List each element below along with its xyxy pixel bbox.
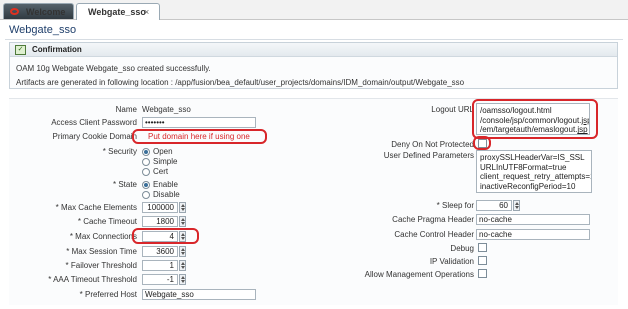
max-cache-elements-spinner[interactable] — [179, 202, 186, 213]
max-session-time-label: * Max Session Time — [66, 247, 137, 256]
highlight-max-connections — [132, 228, 199, 244]
confirmation-message: OAM 10g Webgate Webgate_sso created succ… — [16, 64, 211, 73]
allow-management-operations-checkbox[interactable] — [478, 269, 487, 278]
oracle-logo-icon — [10, 8, 19, 15]
failover-threshold-spinner[interactable] — [179, 260, 186, 271]
cache-control-header-label: Cache Control Header — [394, 230, 474, 239]
debug-checkbox[interactable] — [478, 243, 487, 252]
security-open-radio[interactable] — [142, 148, 150, 156]
name-value: Webgate_sso — [142, 105, 191, 114]
failover-threshold-label: * Failover Threshold — [65, 261, 137, 270]
confirmation-panel: ✓ Confirmation OAM 10g Webgate Webgate_s… — [9, 42, 618, 89]
user-defined-parameters-field[interactable]: proxySSLHeaderVar=IS_SSL URLInUTF8Format… — [476, 150, 592, 193]
max-cache-elements-label: * Max Cache Elements — [55, 203, 137, 212]
deny-on-not-protected-label: Deny On Not Protected — [391, 140, 474, 149]
tab-welcome-label: Welcome — [26, 7, 66, 17]
aaa-timeout-threshold-label: * AAA Timeout Threshold — [48, 275, 137, 284]
state-disable-radio[interactable] — [142, 191, 150, 199]
udp-line-1: proxySSLHeaderVar=IS_SSL — [480, 153, 585, 162]
udp-line-2: URLInUTF8Format=true — [480, 162, 567, 172]
name-label: Name — [115, 105, 137, 114]
cache-control-header-field[interactable]: no-cache — [476, 229, 590, 240]
udp-line-3: client_request_retry_attempts=1 — [480, 172, 592, 182]
sleep-for-field[interactable]: 60 — [476, 200, 512, 211]
preferred-host-field[interactable]: Webgate_sso — [142, 289, 256, 300]
aaa-timeout-threshold-spinner[interactable] — [179, 274, 186, 285]
highlight-deny-on-not-protected — [473, 136, 491, 150]
state-enable-radio[interactable] — [142, 181, 150, 189]
primary-cookie-domain-label: Primary Cookie Domain — [52, 132, 137, 141]
cache-timeout-field[interactable]: 1800 — [142, 216, 178, 227]
max-cache-elements-field[interactable]: 100000 — [142, 202, 178, 213]
aaa-timeout-threshold-field[interactable]: -1 — [142, 274, 178, 285]
cache-timeout-label: * Cache Timeout — [77, 217, 137, 226]
confirmation-header: ✓ Confirmation — [10, 43, 617, 57]
cache-pragma-header-label: Cache Pragma Header — [392, 215, 474, 224]
sleep-for-label: * Sleep for — [436, 201, 474, 210]
security-label: * Security — [102, 147, 137, 156]
debug-label: Debug — [450, 244, 474, 253]
title-divider — [5, 39, 623, 40]
tab-welcome[interactable]: Welcome — [3, 3, 74, 19]
security-cert-label: Cert — [153, 167, 169, 176]
cache-pragma-header-field[interactable]: no-cache — [476, 214, 590, 225]
tab-webgate-label: Webgate_sso — [88, 7, 146, 17]
ip-validation-checkbox[interactable] — [478, 256, 487, 265]
preferred-host-label: * Preferred Host — [79, 290, 137, 299]
cache-timeout-spinner[interactable] — [179, 216, 186, 227]
security-cert-radio[interactable] — [142, 168, 150, 176]
ip-validation-label: IP Validation — [429, 257, 474, 266]
max-session-time-field[interactable]: 3600 — [142, 246, 178, 257]
state-disable-label: Disable — [153, 190, 180, 199]
highlight-logout-url — [472, 99, 598, 139]
security-simple-label: Simple — [153, 157, 178, 166]
tab-bar: Welcome Webgate_sso × — [0, 0, 628, 20]
udp-line-4: inactiveReconfigPeriod=10 — [480, 181, 576, 191]
confirmation-icon: ✓ — [15, 45, 26, 55]
sleep-for-spinner[interactable] — [513, 200, 520, 211]
security-open-label: Open — [153, 147, 173, 156]
artifacts-location-message: Artifacts are generated in following loc… — [16, 78, 465, 87]
logout-url-label: Logout URL — [431, 105, 474, 114]
tab-webgate-sso[interactable]: Webgate_sso × — [76, 3, 160, 20]
access-client-password-field[interactable]: ••••••• — [142, 117, 256, 128]
confirmation-title: Confirmation — [32, 45, 82, 54]
security-simple-radio[interactable] — [142, 158, 150, 166]
state-label: * State — [112, 180, 137, 189]
max-session-time-spinner[interactable] — [179, 246, 186, 257]
close-tab-icon[interactable]: × — [144, 4, 149, 20]
access-client-password-label: Access Client Password — [51, 118, 137, 127]
state-enable-label: Enable — [153, 180, 178, 189]
max-connections-label: * Max Connections — [69, 232, 137, 241]
user-defined-parameters-label: User Defined Parameters — [383, 151, 474, 160]
allow-management-operations-label: Allow Management Operations — [364, 270, 474, 279]
page-title: Webgate_sso — [9, 24, 77, 36]
failover-threshold-field[interactable]: 1 — [142, 260, 178, 271]
highlight-cookie-domain — [132, 129, 267, 144]
